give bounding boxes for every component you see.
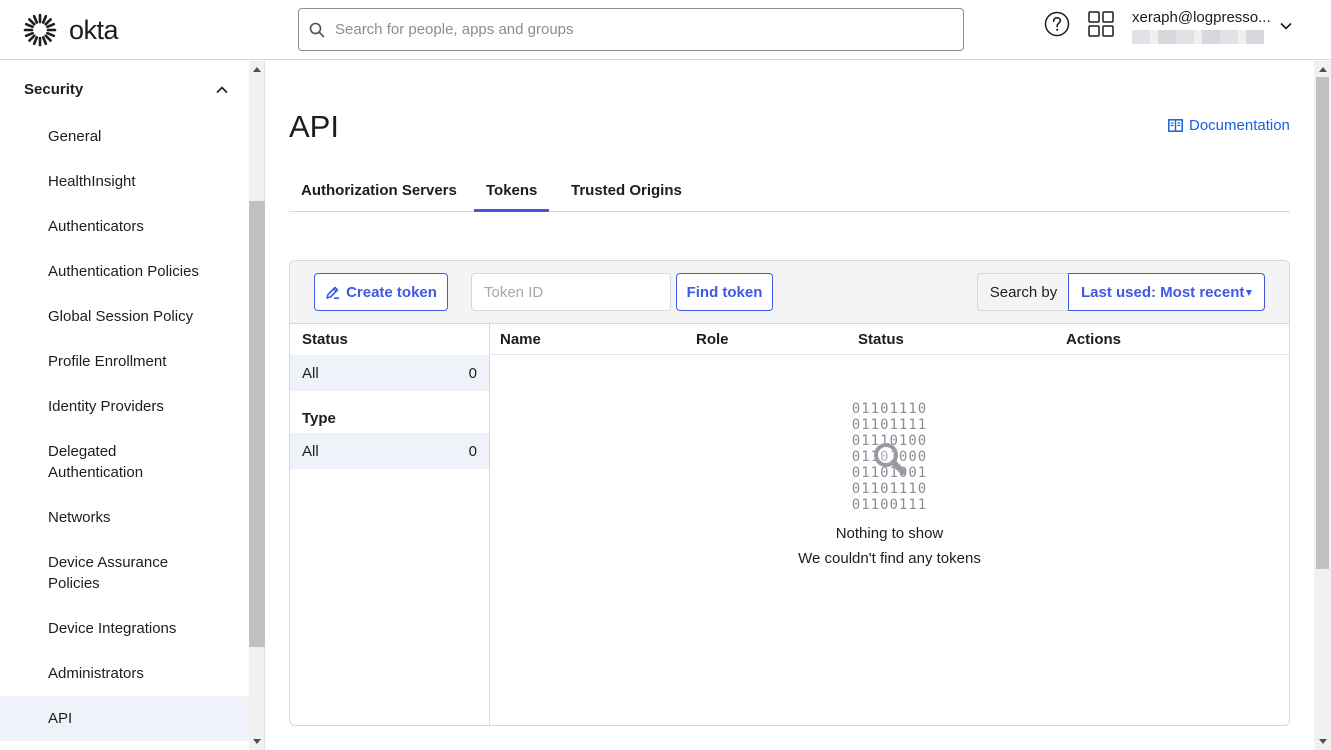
empty-state: 01101110 01101111 01110100 01101000 0110… bbox=[490, 401, 1289, 567]
okta-sunburst-icon bbox=[23, 13, 57, 47]
search-by-label: Search by bbox=[977, 273, 1069, 311]
sidebar-item-api[interactable]: API bbox=[0, 696, 249, 741]
column-name[interactable]: Name bbox=[500, 331, 541, 348]
sidebar-section-security[interactable]: Security bbox=[24, 81, 229, 98]
global-search[interactable] bbox=[298, 8, 964, 51]
status-filter-title: Status bbox=[302, 331, 348, 348]
tokens-toolbar: Create token Find token Search by Last u… bbox=[290, 261, 1289, 324]
tokens-table-header: Name Role Status Actions bbox=[490, 324, 1289, 355]
page-title: API bbox=[289, 109, 339, 144]
sidebar-item-networks[interactable]: Networks bbox=[0, 507, 249, 528]
sidebar-item-authenticators[interactable]: Authenticators bbox=[0, 216, 249, 237]
sidebar-item-identity-providers[interactable]: Identity Providers bbox=[0, 396, 249, 417]
binary-line: 01101110 bbox=[851, 481, 928, 497]
type-filter-title: Type bbox=[302, 410, 336, 427]
sidebar-item-profile-enrollment[interactable]: Profile Enrollment bbox=[0, 351, 249, 372]
sidebar-scrollbar[interactable] bbox=[249, 61, 265, 750]
sidebar-item-global-session-policy[interactable]: Global Session Policy bbox=[0, 306, 249, 327]
binary-line: 01101110 bbox=[851, 401, 928, 417]
sidebar-item-device-assurance-policies[interactable]: Device Assurance Policies bbox=[0, 552, 249, 594]
tab-authorization-servers[interactable]: Authorization Servers bbox=[289, 171, 469, 212]
scroll-up-arrow-icon[interactable] bbox=[1318, 67, 1327, 72]
documentation-link[interactable]: Documentation bbox=[1168, 117, 1290, 134]
chevron-up-icon[interactable] bbox=[215, 83, 229, 97]
empty-state-subtitle: We couldn't find any tokens bbox=[798, 550, 981, 567]
top-bar: okta xeraph@logpresso... bbox=[0, 0, 1331, 60]
sidebar-item-administrators[interactable]: Administrators bbox=[0, 663, 249, 684]
user-menu[interactable]: xeraph@logpresso... bbox=[1132, 9, 1272, 44]
status-filter-all[interactable]: All 0 bbox=[290, 355, 489, 391]
column-actions: Actions bbox=[1066, 331, 1122, 348]
type-filter-all-count: 0 bbox=[468, 442, 477, 460]
status-filter-all-label: All bbox=[302, 364, 319, 382]
token-id-input[interactable] bbox=[471, 273, 671, 311]
type-filter-all-label: All bbox=[302, 442, 319, 460]
find-token-button[interactable]: Find token bbox=[676, 273, 773, 311]
sidebar-item-general[interactable]: General bbox=[0, 126, 249, 147]
okta-logo[interactable]: okta bbox=[23, 13, 119, 47]
magnifier-icon bbox=[873, 443, 906, 475]
help-icon[interactable] bbox=[1044, 11, 1070, 37]
tab-bar: Authorization Servers Tokens Trusted Ori… bbox=[289, 171, 1290, 212]
scroll-down-arrow-icon[interactable] bbox=[1318, 739, 1327, 744]
tokens-panel: Create token Find token Search by Last u… bbox=[289, 260, 1290, 726]
redacted-org-name bbox=[1132, 30, 1264, 44]
user-name: xeraph@logpresso... bbox=[1132, 9, 1271, 26]
column-role[interactable]: Role bbox=[696, 331, 729, 348]
brand-name: okta bbox=[69, 14, 119, 45]
tab-trusted-origins[interactable]: Trusted Origins bbox=[559, 171, 694, 212]
sidebar-section-title: Security bbox=[24, 81, 84, 98]
sidebar-item-delegated-authentication[interactable]: Delegated Authentication bbox=[0, 441, 249, 483]
scroll-up-arrow-icon[interactable] bbox=[253, 67, 261, 72]
column-status[interactable]: Status bbox=[858, 331, 904, 348]
main-content: API Documentation Authorization Servers … bbox=[266, 61, 1314, 750]
sidebar-item-healthinsight[interactable]: HealthInsight bbox=[0, 171, 249, 192]
filters-column: Status All 0 Type All 0 bbox=[290, 324, 490, 725]
documentation-label: Documentation bbox=[1189, 117, 1290, 134]
main-scroll-thumb[interactable] bbox=[1316, 77, 1329, 569]
sidebar-item-authentication-policies[interactable]: Authentication Policies bbox=[0, 261, 249, 282]
scroll-down-arrow-icon[interactable] bbox=[253, 739, 261, 744]
binary-illustration: 01101110 01101111 01110100 01101000 0110… bbox=[830, 401, 950, 513]
create-token-button[interactable]: Create token bbox=[314, 273, 448, 311]
book-icon bbox=[1168, 119, 1183, 132]
search-icon bbox=[309, 22, 325, 37]
main-scrollbar[interactable] bbox=[1314, 61, 1331, 750]
apps-grid-icon[interactable] bbox=[1088, 11, 1114, 37]
search-input[interactable] bbox=[335, 21, 935, 38]
type-filter-all[interactable]: All 0 bbox=[290, 433, 489, 469]
search-by-value: Last used: Most recent bbox=[1081, 283, 1245, 301]
binary-line: 01101111 bbox=[851, 417, 928, 433]
empty-state-title: Nothing to show bbox=[835, 525, 944, 542]
sidebar-scroll-thumb[interactable] bbox=[249, 201, 265, 647]
status-filter-all-count: 0 bbox=[468, 364, 477, 382]
create-token-label: Create token bbox=[346, 283, 437, 301]
chevron-down-icon[interactable] bbox=[1279, 19, 1293, 33]
search-by-select[interactable]: Last used: Most recent bbox=[1068, 273, 1265, 311]
tab-tokens[interactable]: Tokens bbox=[474, 171, 550, 212]
caret-down-icon bbox=[1246, 290, 1252, 296]
sidebar: Security General HealthInsight Authentic… bbox=[0, 61, 249, 750]
sidebar-item-device-integrations[interactable]: Device Integrations bbox=[0, 618, 249, 639]
binary-line: 01100111 bbox=[851, 497, 928, 513]
key-pen-icon bbox=[326, 286, 340, 299]
